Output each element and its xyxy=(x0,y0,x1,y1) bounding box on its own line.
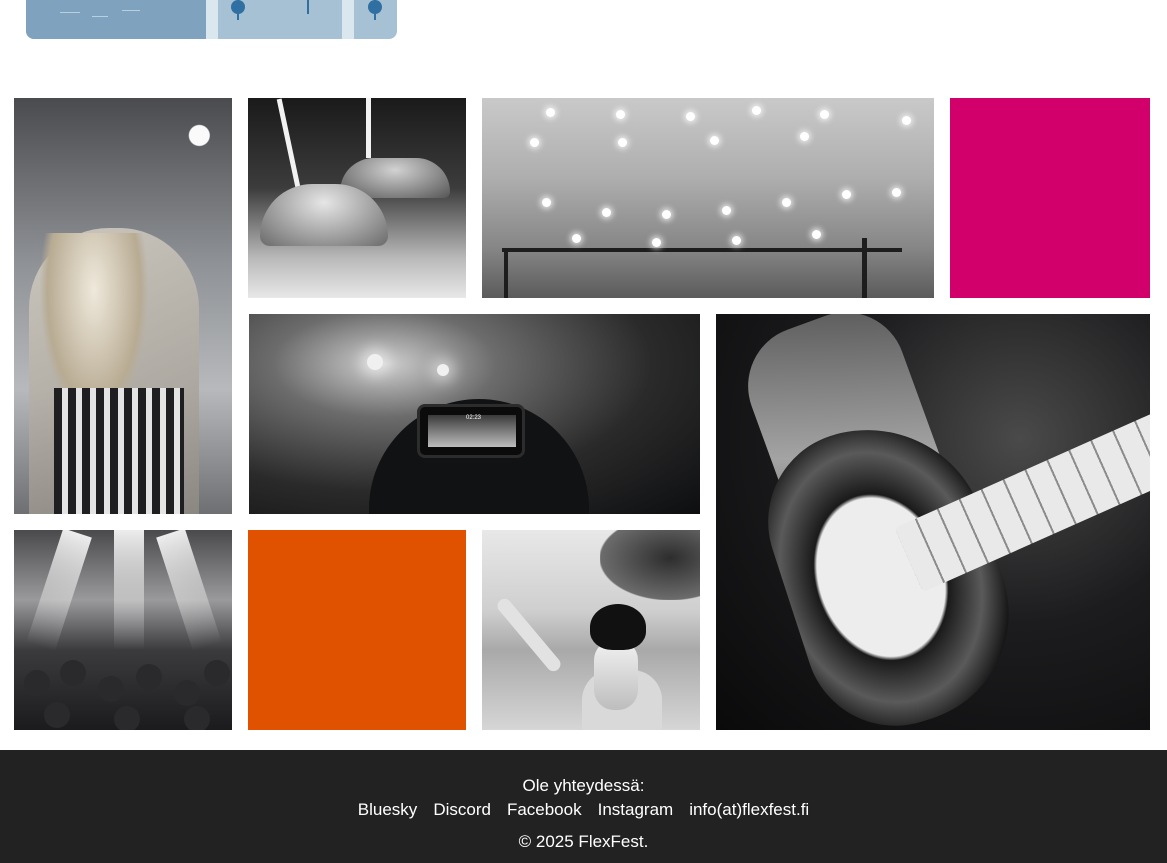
copyright: © 2025 FlexFest. xyxy=(518,832,649,851)
crowd-head xyxy=(184,706,210,730)
light-bulb xyxy=(602,208,611,217)
crowd-head xyxy=(98,676,124,702)
email-link[interactable]: info(at)flexfest.fi xyxy=(689,800,809,820)
smartphone: 02:23 xyxy=(417,404,525,458)
crowd-head xyxy=(174,680,200,706)
site-footer: Ole yhteydessä: Bluesky Discord Facebook… xyxy=(0,750,1167,863)
orange-block xyxy=(248,530,466,730)
social-links: Bluesky Discord Facebook Instagram info(… xyxy=(0,800,1167,820)
crowd-head xyxy=(204,660,230,686)
light-bulb xyxy=(722,206,731,215)
light-bulb xyxy=(546,108,555,117)
light-bulb xyxy=(782,198,791,207)
map-wave xyxy=(92,16,108,17)
light-bulb xyxy=(812,230,821,239)
string-lights-photo xyxy=(482,98,934,298)
contact-title: Ole yhteydessä: xyxy=(522,776,645,795)
map-illustration xyxy=(26,0,397,39)
raised-arm xyxy=(494,596,564,674)
skewer xyxy=(276,98,301,188)
light-bulb xyxy=(732,236,741,245)
canopy-post xyxy=(862,238,867,298)
tree-trunk xyxy=(307,0,309,14)
instagram-link[interactable]: Instagram xyxy=(598,800,674,820)
light-bulb xyxy=(572,234,581,243)
phone-time: 02:23 xyxy=(466,415,482,421)
light-bulb xyxy=(652,238,661,247)
light-bulb xyxy=(618,138,627,147)
light-bulb xyxy=(662,210,671,219)
light-bulb xyxy=(530,138,539,147)
light-beam xyxy=(26,530,92,652)
light-beam xyxy=(156,530,222,652)
light-bulb xyxy=(752,106,761,115)
tree-trunk xyxy=(237,0,239,20)
light-bulb xyxy=(686,112,695,121)
guitarist-photo xyxy=(716,314,1150,730)
stage-light xyxy=(437,364,449,376)
stage-light xyxy=(367,354,383,370)
light-bulb xyxy=(616,110,625,119)
bluesky-link[interactable]: Bluesky xyxy=(358,800,418,820)
singer-photo xyxy=(14,98,232,514)
concert-crowd-photo xyxy=(14,530,232,730)
map-water xyxy=(26,0,209,39)
light-bulb xyxy=(820,110,829,119)
map-wave xyxy=(60,12,80,13)
map-wave xyxy=(122,10,140,11)
crowd-head xyxy=(114,706,140,730)
facebook-link[interactable]: Facebook xyxy=(507,800,582,820)
background-trees xyxy=(600,530,700,600)
festival-girl-photo xyxy=(482,530,700,730)
crowd-head xyxy=(60,660,86,686)
light-bulb xyxy=(892,188,901,197)
singer-striped-top xyxy=(54,388,184,514)
burgers-photo xyxy=(248,98,466,298)
phone-recording-photo: 02:23 xyxy=(249,314,700,514)
phone-screen: 02:23 xyxy=(428,415,516,447)
crowd-head xyxy=(44,702,70,728)
tree-trunk xyxy=(374,0,376,20)
magenta-block xyxy=(950,98,1150,298)
light-bulb xyxy=(902,116,911,125)
light-bulb xyxy=(542,198,551,207)
crowd-head xyxy=(24,670,50,696)
crowd-head xyxy=(136,664,162,690)
light-beam xyxy=(114,530,144,650)
light-bulb xyxy=(842,190,851,199)
map-road xyxy=(206,0,218,39)
skewer xyxy=(366,98,371,158)
girl-hair xyxy=(594,640,638,710)
map-road xyxy=(342,0,354,39)
black-hat xyxy=(590,604,646,650)
canopy-post xyxy=(504,248,508,298)
canopy-frame xyxy=(502,248,902,252)
discord-link[interactable]: Discord xyxy=(433,800,491,820)
light-bulb xyxy=(710,136,719,145)
light-bulb xyxy=(800,132,809,141)
